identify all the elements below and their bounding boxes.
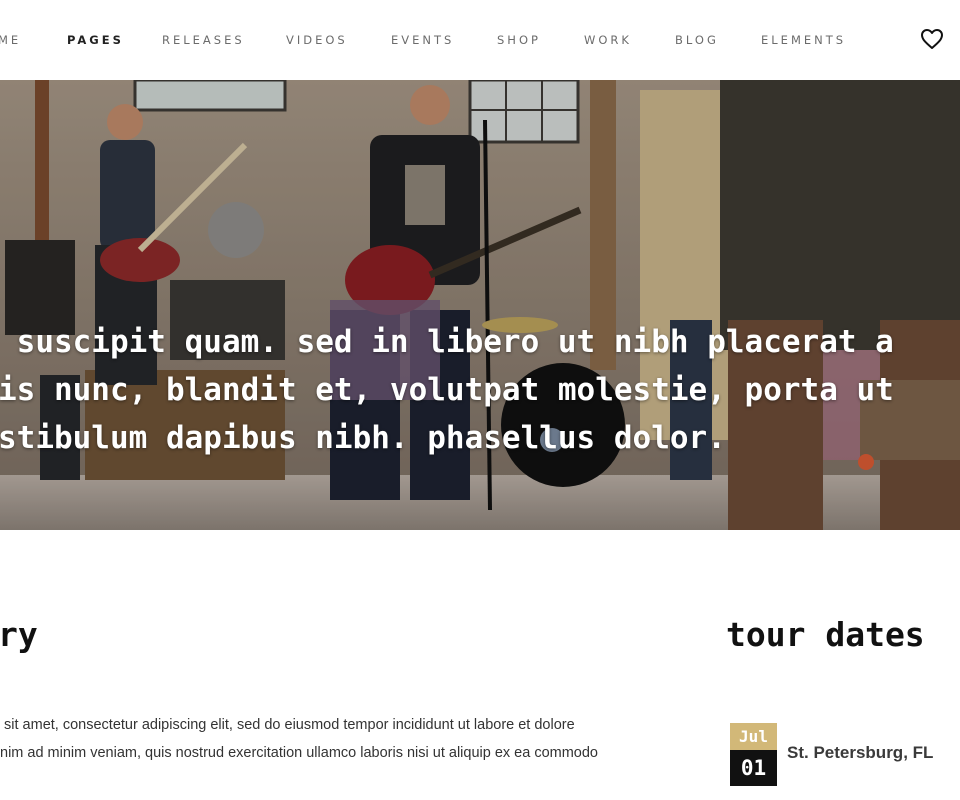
tour-date-day: 01 [730, 750, 777, 786]
tour-dates-title: tour dates [726, 615, 925, 654]
nav-item-events[interactable]: EVENTS [391, 33, 454, 47]
nav-item-work[interactable]: WORK [584, 33, 632, 47]
tour-date-badge: Jul 01 [730, 723, 777, 786]
hero-quote-line: vestibulum dapibus nibh. phasellus dolor… [0, 420, 726, 456]
nav-item-elements[interactable]: ELEMENTS [761, 33, 846, 47]
heart-icon[interactable] [920, 28, 944, 50]
band-photo [0, 80, 960, 530]
story-paragraph-line: sit amet, consectetur adipiscing elit, s… [0, 717, 575, 733]
top-navigation: ME PAGES RELEASES VIDEOS EVENTS SHOP WOR… [0, 0, 960, 80]
hero-quote: odo suscipit quam. sed in libero ut nibh… [0, 318, 960, 462]
nav-item-home[interactable]: ME [0, 33, 21, 47]
hero-banner: odo suscipit quam. sed in libero ut nibh… [0, 80, 960, 530]
tour-date-month: Jul [730, 723, 777, 750]
nav-item-blog[interactable]: BLOG [675, 33, 719, 47]
hero-quote-line: odo suscipit quam. sed in libero ut nibh… [0, 324, 894, 360]
story-title: ry [0, 615, 38, 654]
nav-item-pages[interactable]: PAGES [67, 33, 124, 47]
nav-item-releases[interactable]: RELEASES [162, 33, 245, 47]
tour-date-city-link[interactable]: St. Petersburg, FL [787, 743, 933, 763]
story-paragraph-line: nim ad minim veniam, quis nostrud exerci… [0, 745, 598, 761]
hero-quote-line: urpis nunc, blandit et, volutpat molesti… [0, 372, 894, 408]
nav-item-videos[interactable]: VIDEOS [286, 33, 348, 47]
nav-item-shop[interactable]: SHOP [497, 33, 541, 47]
story-paragraph: sit amet, consectetur adipiscing elit, s… [0, 711, 690, 767]
